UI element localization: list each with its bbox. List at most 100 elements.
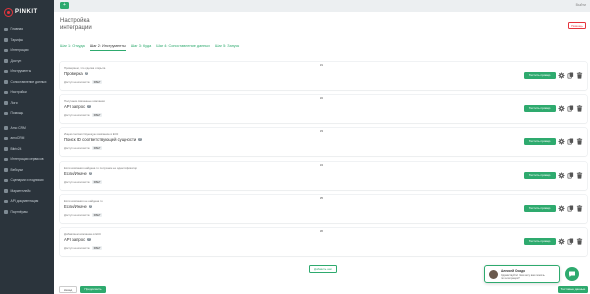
chat-popup[interactable]: Алексей Осадо Здравствуйте! Чем могу вам… <box>484 265 560 283</box>
chat-message: Здравствуйте! Чем могу вам помочь по инт… <box>501 273 545 280</box>
plug-icon <box>4 48 8 52</box>
sidebar-item-12[interactable]: Bitrix24 <box>0 144 54 155</box>
sidebar-item-11[interactable]: amoCRM <box>0 133 54 144</box>
check-button[interactable]: Тестить провер. <box>524 172 556 179</box>
card-access: Доступ на контекста: ФБЕТ <box>64 246 103 250</box>
sidebar-item-18[interactable]: Партнёрам <box>0 207 54 218</box>
trash-icon[interactable] <box>576 138 583 145</box>
steps-tabs: Шаг 1: Откуда Шаг 2: Инструменты Шаг 3: … <box>60 44 239 51</box>
gear-icon[interactable] <box>558 172 565 179</box>
tool-card: #3 Ищем соответствующую компанию в ЕСК Пои… <box>60 128 587 156</box>
sidebar-item-17[interactable]: API документация <box>0 196 54 207</box>
logo[interactable]: PINKIT <box>0 0 54 24</box>
tab-step-1[interactable]: Шаг 1: Откуда <box>60 44 85 51</box>
card-access-label: Доступ на контекста: <box>64 80 91 84</box>
sidebar-nav: Главная Тарифы Интеграции Доступ Инструменты… <box>0 24 54 217</box>
card-number: #5 <box>320 196 324 200</box>
sidebar-item-7[interactable]: Настройки <box>0 87 54 98</box>
sidebar-item-5[interactable]: Инструменты <box>0 66 54 77</box>
sidebar-item-14[interactable]: Вебхуки <box>0 165 54 176</box>
test-data-button[interactable]: Тестовые данные <box>558 286 588 293</box>
sidebar-item-16[interactable]: Маркетплейс <box>0 186 54 197</box>
context-badge: ФБЕТ <box>92 80 103 84</box>
tab-step-3[interactable]: Шаг 3: Куда <box>131 44 152 51</box>
logout-link[interactable]: Выйти <box>576 3 586 7</box>
gear-icon[interactable] <box>558 72 565 79</box>
question-icon[interactable]: ? <box>84 71 89 76</box>
trash-icon[interactable] <box>576 238 583 245</box>
sidebar-item-8[interactable]: Логи <box>0 98 54 109</box>
question-icon[interactable]: ? <box>87 237 91 242</box>
topbar: + Выйти <box>54 0 590 12</box>
menu-toggle-button[interactable]: + <box>60 2 69 9</box>
sidebar-item-10[interactable]: Amo CRM <box>0 123 54 134</box>
chat-agent-name: Алексей Осадо <box>501 269 526 273</box>
main-panel: Настройка интеграции Помощь Шаг 1: Откуд… <box>54 12 590 294</box>
card-number: #3 <box>320 129 324 133</box>
card-title: API запрос? <box>64 237 91 242</box>
sidebar: PINKIT Главная Тарифы Интеграции Доступ Инст… <box>0 0 54 294</box>
copy-icon[interactable] <box>567 105 574 112</box>
logo-icon <box>4 7 13 17</box>
sidebar-item-9[interactable]: Помощь <box>0 108 54 119</box>
chat-icon <box>569 271 575 277</box>
card-title-text: Проверка <box>64 71 83 76</box>
copy-icon[interactable] <box>567 172 574 179</box>
sidebar-item-13[interactable]: Интеграции сервисов <box>0 154 54 165</box>
gear-icon[interactable] <box>558 138 565 145</box>
card-title: Поиск ID соответствующей сущности? <box>64 137 142 142</box>
gear-icon[interactable] <box>558 205 565 212</box>
copy-icon[interactable] <box>567 138 574 145</box>
crm-icon <box>4 126 8 130</box>
help-button[interactable]: Помощь <box>568 22 586 29</box>
gear-icon[interactable] <box>558 238 565 245</box>
sidebar-item-3[interactable]: Интеграции <box>0 45 54 56</box>
sidebar-item-6[interactable]: Сопоставление данных <box>0 77 54 88</box>
check-button[interactable]: Тестить провер. <box>524 105 556 112</box>
tab-step-4[interactable]: Шаг 4: Сопоставление данных <box>156 44 210 51</box>
avatar <box>489 270 498 279</box>
webhook-icon <box>4 168 8 172</box>
card-title-text: Если/Иначе <box>64 204 87 209</box>
home-icon <box>4 27 8 31</box>
question-icon[interactable]: ? <box>88 204 93 209</box>
tab-step-5[interactable]: Шаг 5: Запуск <box>215 44 239 51</box>
logo-text: PINKIT <box>15 9 38 15</box>
sidebar-item-4[interactable]: Доступ <box>0 56 54 67</box>
card-description: Проверяем, что сделка открыта <box>64 66 106 70</box>
sidebar-item-label: Amo CRM <box>10 125 26 130</box>
sidebar-item-label: API документация <box>10 199 39 204</box>
sidebar-item-2[interactable]: Тарифы <box>0 35 54 46</box>
gear-icon <box>4 90 8 94</box>
card-description: Добавляем компанию в ЕСК <box>64 232 101 236</box>
trash-icon[interactable] <box>576 105 583 112</box>
add-step-button[interactable]: Добавить шаг <box>309 265 337 273</box>
check-button[interactable]: Тестить провер. <box>524 72 556 79</box>
check-button[interactable]: Тестить провер. <box>524 205 556 212</box>
tab-step-2[interactable]: Шаг 2: Инструменты <box>89 44 126 51</box>
trash-icon[interactable] <box>576 205 583 212</box>
tag-icon <box>4 38 8 42</box>
copy-icon[interactable] <box>567 72 574 79</box>
trash-icon[interactable] <box>576 72 583 79</box>
trash-icon[interactable] <box>576 172 583 179</box>
sidebar-item-15[interactable]: Сценарии и подписки <box>0 175 54 186</box>
sidebar-item-label: Логи <box>10 100 18 105</box>
card-title-text: API запрос <box>64 237 86 242</box>
check-button[interactable]: Тестить провер. <box>524 238 556 245</box>
question-icon[interactable]: ? <box>138 137 142 142</box>
question-icon[interactable]: ? <box>87 104 91 109</box>
back-button[interactable]: Назад <box>59 286 77 293</box>
link-icon <box>4 80 8 84</box>
copy-icon[interactable] <box>567 205 574 212</box>
question-icon[interactable]: ? <box>88 171 93 176</box>
gear-icon[interactable] <box>558 105 565 112</box>
check-button[interactable]: Тестить провер. <box>524 138 556 145</box>
next-button[interactable]: Продолжить <box>80 286 106 293</box>
card-access-label: Доступ на контекста: <box>64 246 91 250</box>
chat-button[interactable] <box>565 267 579 281</box>
page-title-line1: Настройка <box>60 18 90 24</box>
copy-icon[interactable] <box>567 238 574 245</box>
sidebar-item-1[interactable]: Главная <box>0 24 54 35</box>
list-icon <box>4 101 8 105</box>
